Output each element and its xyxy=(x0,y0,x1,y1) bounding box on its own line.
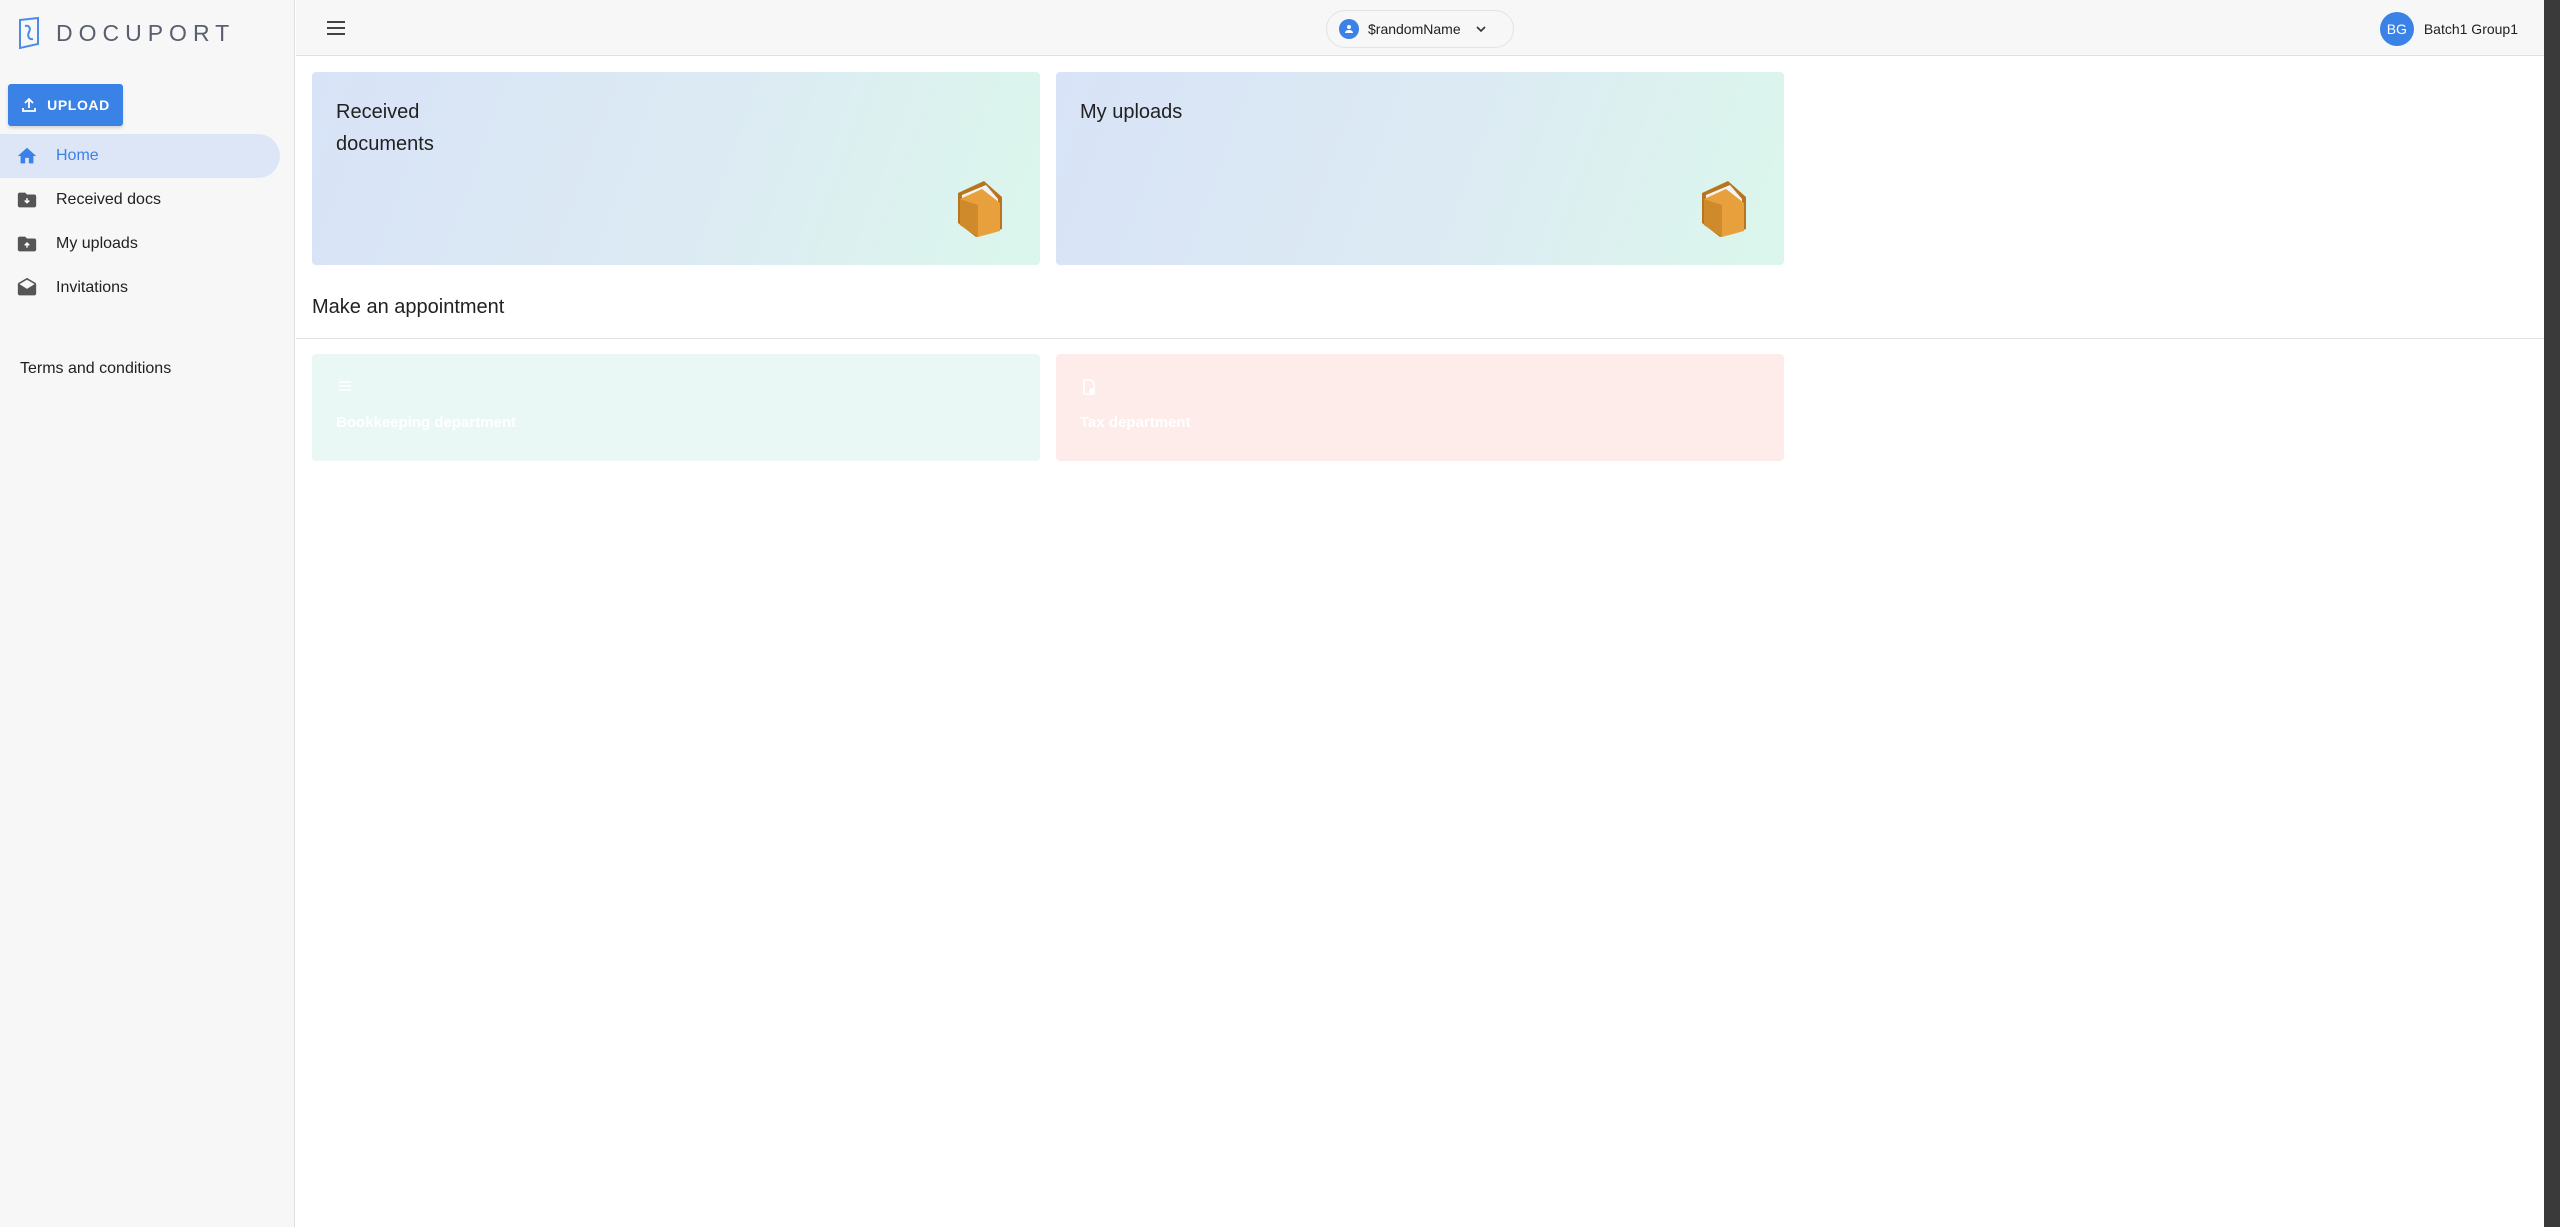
app-root: DOCUPORT UPLOAD Home Received docs My up… xyxy=(0,0,2560,1227)
terms-link[interactable]: Terms and conditions xyxy=(20,360,171,378)
folder-upload-icon xyxy=(16,233,38,255)
card-title: Received documents xyxy=(336,101,434,155)
appointment-section-title: Make an appointment xyxy=(312,296,505,318)
docuport-logo-icon xyxy=(19,16,39,50)
top-bar: $randomName BG Batch1 Group1 xyxy=(296,0,2544,56)
received-documents-card[interactable]: Received documents xyxy=(312,72,1040,265)
department-label: Tax department xyxy=(1080,414,1191,431)
menu-icon[interactable] xyxy=(324,16,348,40)
home-icon xyxy=(16,145,38,167)
divider xyxy=(296,338,2544,339)
sidebar-item-received-docs[interactable]: Received docs xyxy=(0,178,295,222)
avatar[interactable]: BG xyxy=(2379,12,2414,46)
folder-download-icon xyxy=(16,189,38,211)
list-icon xyxy=(339,381,351,391)
my-uploads-card[interactable]: My uploads xyxy=(1056,72,1784,265)
window-edge xyxy=(2544,0,2560,1227)
folder-icon xyxy=(958,181,1002,237)
department-label: Bookkeeping department xyxy=(336,414,517,431)
sidebar-item-label: My uploads xyxy=(56,235,138,252)
card-title: My uploads xyxy=(1080,101,1183,123)
sidebar-item-label: Received docs xyxy=(56,191,161,208)
account-selector[interactable]: $randomName xyxy=(1326,10,1514,48)
upload-button-label: UPLOAD xyxy=(47,97,110,113)
sidebar: DOCUPORT UPLOAD Home Received docs My up… xyxy=(0,0,295,1227)
tax-department-card[interactable]: Tax department xyxy=(1056,354,1784,461)
sidebar-item-home[interactable]: Home xyxy=(0,134,280,178)
user-menu[interactable]: BG Batch1 Group1 xyxy=(2379,12,2518,46)
account-name: $randomName xyxy=(1368,21,1461,37)
user-name[interactable]: Batch1 Group1 xyxy=(2424,21,2518,37)
account-icon xyxy=(1339,19,1359,39)
sidebar-item-invitations[interactable]: Invitations xyxy=(0,266,295,310)
envelope-open-icon xyxy=(16,277,38,299)
upload-icon xyxy=(22,97,37,112)
sidebar-item-my-uploads[interactable]: My uploads xyxy=(0,222,295,266)
logo-text: DOCUPORT xyxy=(56,19,236,46)
logo[interactable]: DOCUPORT xyxy=(14,16,235,50)
folder-icon xyxy=(1702,181,1746,237)
sidebar-item-label: Invitations xyxy=(56,279,129,296)
chevron-down-icon xyxy=(1473,21,1489,37)
sidebar-item-label: Home xyxy=(56,147,99,164)
upload-button[interactable]: UPLOAD xyxy=(8,84,123,126)
sidebar-nav: Home Received docs My uploads Invitation… xyxy=(0,134,295,310)
bookkeeping-department-card[interactable]: Bookkeeping department xyxy=(312,354,1040,461)
document-icon xyxy=(1083,379,1095,395)
